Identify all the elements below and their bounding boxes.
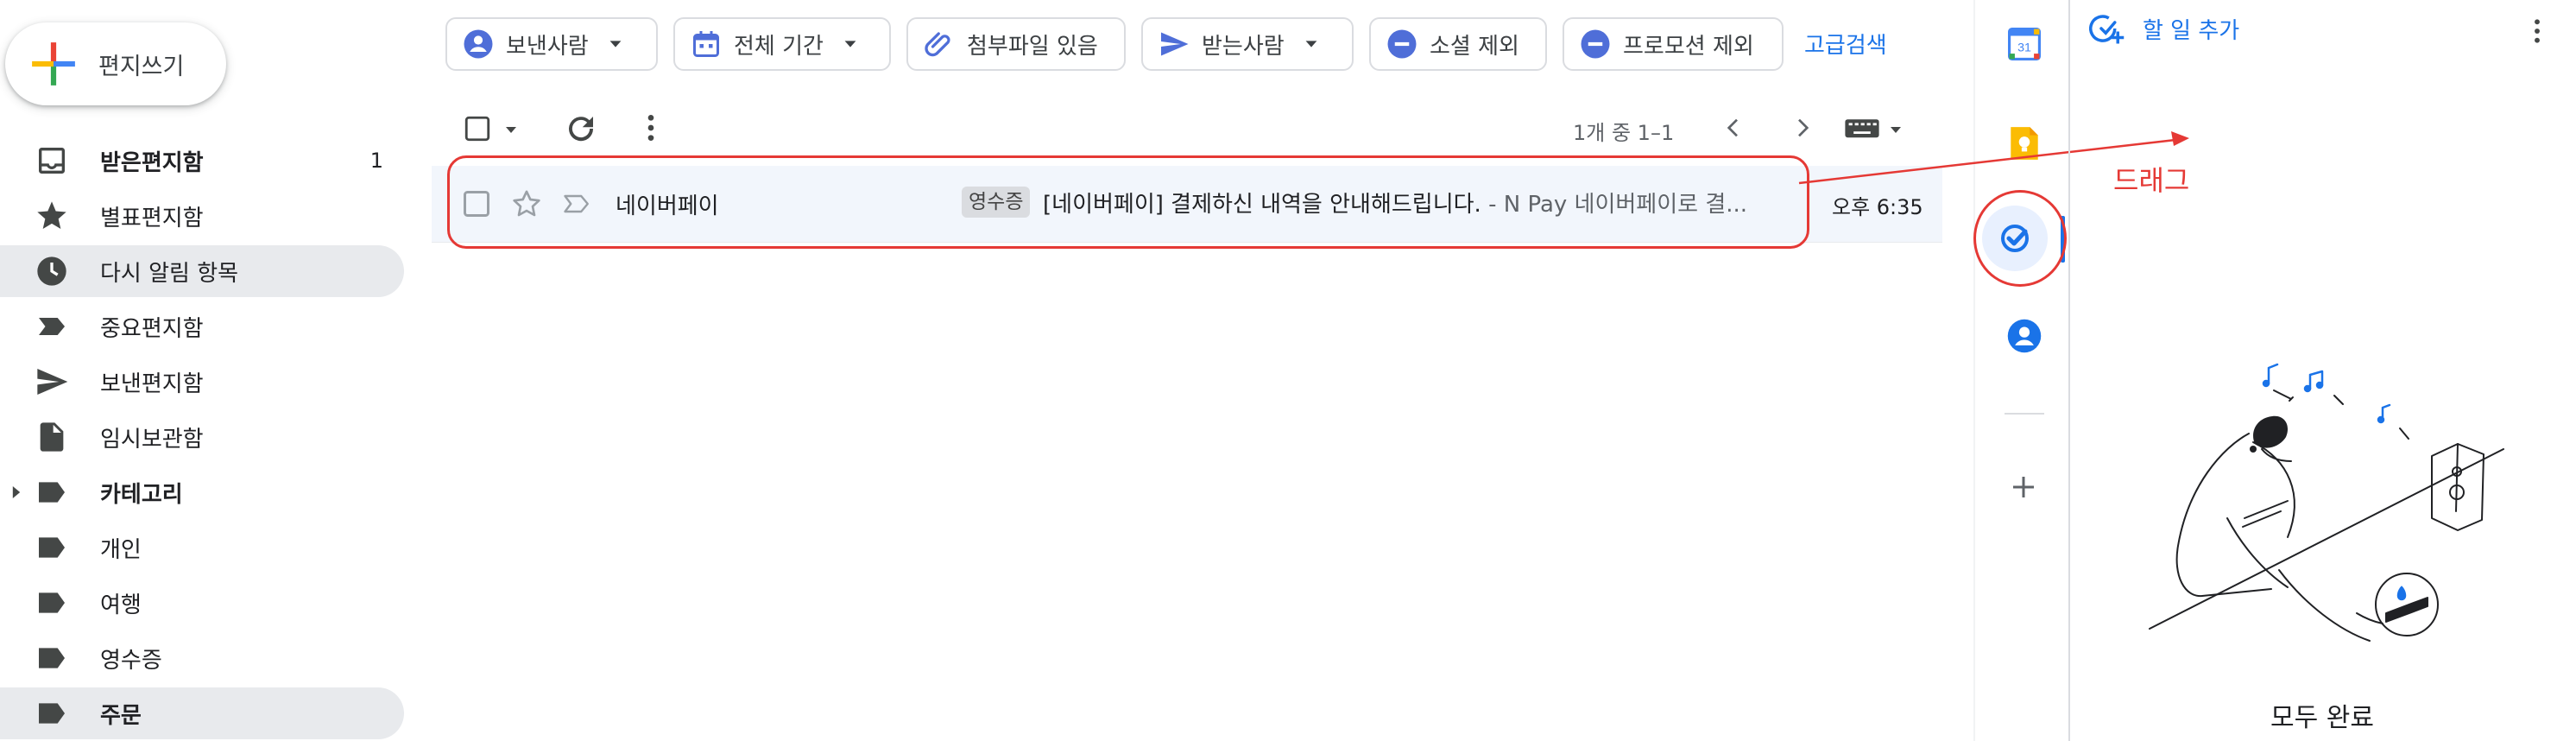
tasks-empty-state-title: 모두 완료 [2270,703,2374,733]
sidebar-item-starred[interactable]: 별표편지함 [0,190,404,242]
sidebar-item-label: 보낸편지함 [100,370,204,397]
pagination-text: 1개 중 1–1 [1573,121,1675,145]
sidebar-item-label: 별표편지함 [100,205,204,231]
inbox-unread-count: 1 [369,149,383,173]
chip-exclude-promotions[interactable]: 프로모션 제외 [1563,17,1784,71]
drag-annotation-label: 드래그 [2113,164,2190,197]
sidebar-item-label: 임시보관함 [100,426,204,453]
important-icon [39,318,65,335]
sidebar-item-label: 중요편지함 [100,315,204,342]
sidebar-item-travel[interactable]: 여행 [0,577,404,629]
clock-icon [37,256,66,286]
dropdown-arrow-icon [1305,41,1317,48]
calendar-app-icon[interactable]: 31 [2008,28,2041,60]
sidebar-item-receipts[interactable]: 영수증 [0,632,404,684]
select-dropdown-icon[interactable] [501,119,521,140]
inbox-icon [39,148,65,174]
sidebar-item-label: 여행 [100,592,142,618]
sidebar-item-label: 카테고리 [100,481,183,508]
refresh-icon[interactable] [563,111,599,147]
draft-icon [40,422,64,452]
add-addon-icon[interactable] [2008,472,2039,503]
minus-circle-icon [1387,29,1417,59]
advanced-search-link[interactable]: 고급검색 [1804,28,1887,60]
label-icon [39,648,65,668]
chip-recipient[interactable]: 받는사람 [1141,17,1354,71]
sidebar-item-snoozed[interactable]: 다시 알림 항목 [0,245,404,297]
rail-divider [1973,0,1975,741]
add-task-icon [2089,15,2125,44]
sidebar-item-label: 개인 [100,536,142,563]
label-icon [39,482,65,503]
sidebar-item-inbox[interactable]: 받은편지함 1 [0,135,404,187]
calendar-icon [693,31,719,57]
chip-has-attachment[interactable]: 첨부파일 있음 [906,17,1126,71]
sidebar-item-personal[interactable]: 개인 [0,522,404,573]
chevron-left-icon[interactable] [1720,114,1747,142]
chip-label: 보낸사람 [506,33,589,60]
chip-label: 소셜 제외 [1430,33,1519,60]
sidebar-item-orders[interactable]: 주문 [0,687,404,739]
sidebar-item-sent[interactable]: 보낸편지함 [0,356,404,408]
sidebar-item-label: 받은편지함 [100,149,204,176]
tasks-more-vert-icon[interactable] [2522,14,2552,48]
person-icon [464,29,493,59]
chip-sender[interactable]: 보낸사람 [445,17,658,71]
contacts-app-icon[interactable] [2006,318,2042,354]
chip-label: 첨부파일 있음 [967,33,1098,60]
calendar-day: 31 [2017,41,2031,55]
minus-circle-icon [1581,29,1610,59]
mail-row-highlight [447,155,1809,249]
label-icon [39,537,65,558]
sidebar-item-categories[interactable]: 카테고리 [0,466,404,518]
send-icon [1161,32,1189,56]
dropdown-arrow-icon [609,41,622,48]
dropdown-arrow-icon [844,41,856,48]
sidebar-item-drafts[interactable]: 임시보관함 [0,411,404,463]
compose-plus-icon [32,42,75,86]
select-all-checkbox[interactable] [463,114,492,143]
panel-divider [2068,0,2070,741]
compose-label: 편지쓰기 [98,53,185,80]
chip-label: 프로모션 제외 [1623,33,1754,60]
chip-exclude-social[interactable]: 소셜 제외 [1369,17,1547,71]
tasks-empty-illustration [2149,363,2504,642]
more-vert-icon[interactable] [634,111,668,145]
chip-label: 받는사람 [1202,33,1285,60]
chip-date-range[interactable]: 전체 기간 [673,17,891,71]
sidebar-item-label: 주문 [100,702,142,729]
add-task-label: 할 일 추가 [2143,17,2240,44]
sidebar-item-important[interactable]: 중요편지함 [0,301,404,352]
attachment-icon [925,32,950,57]
star-icon [37,201,66,229]
send-icon [37,369,68,395]
chip-label: 전체 기간 [734,33,824,60]
add-task-button[interactable]: 할 일 추가 [2089,10,2239,47]
label-icon [39,592,65,613]
sidebar-item-label: 영수증 [100,647,162,674]
sidebar-item-label: 다시 알림 항목 [100,260,239,287]
expand-caret-icon[interactable] [10,484,22,500]
rail-separator [2005,413,2044,415]
compose-button[interactable]: 편지쓰기 [5,22,226,105]
label-icon [39,703,65,724]
